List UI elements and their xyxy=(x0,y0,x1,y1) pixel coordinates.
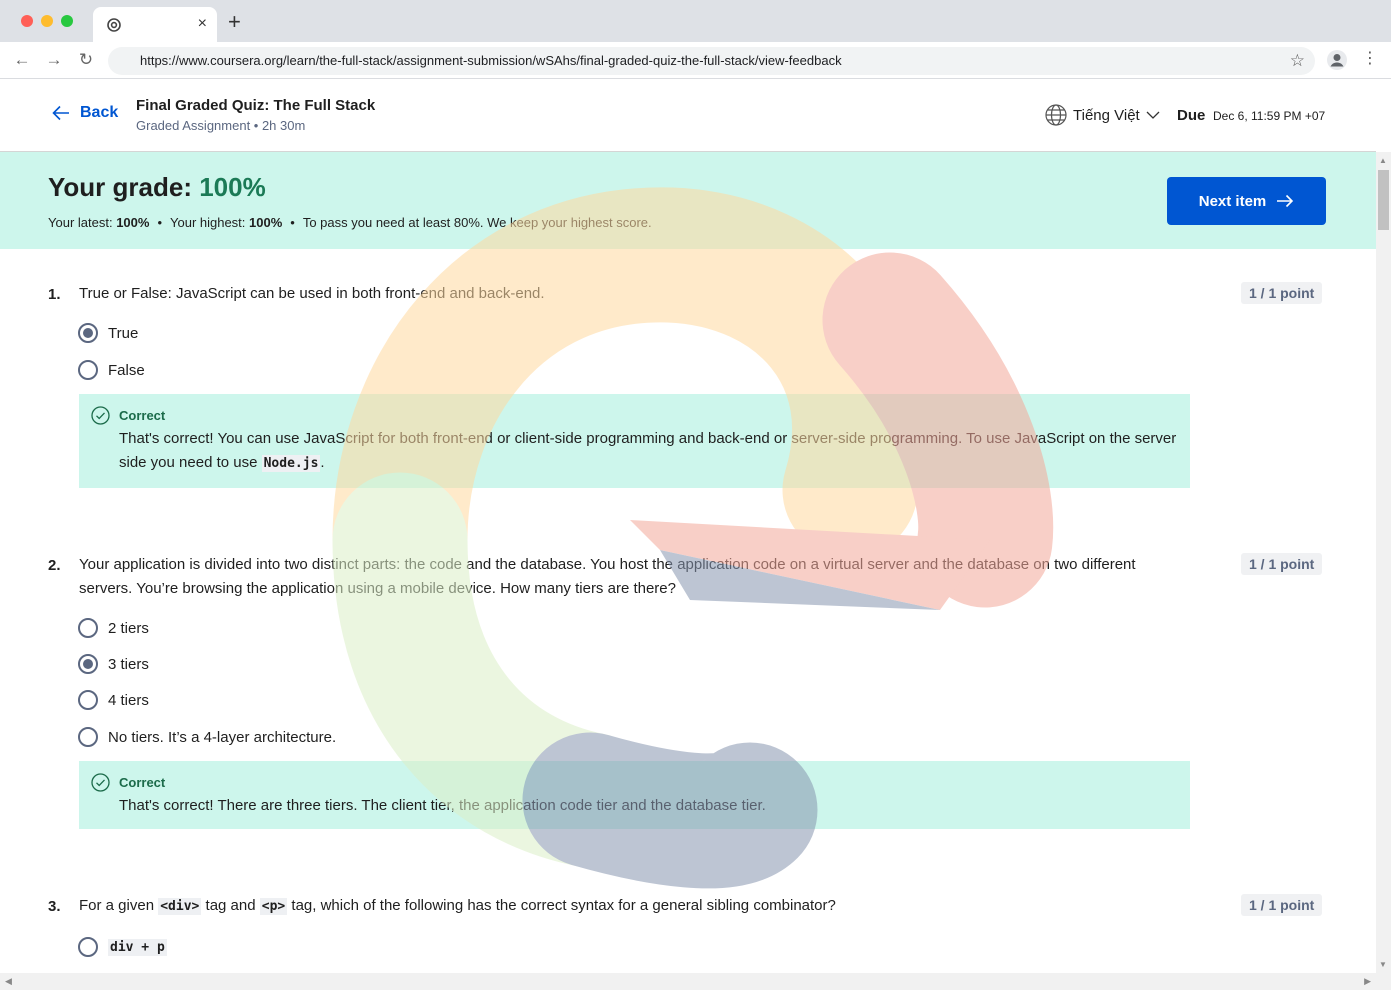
chevron-down-icon xyxy=(1146,111,1160,119)
highest-value: 100% xyxy=(249,215,283,230)
grade-label: Your grade: xyxy=(48,172,200,202)
feedback-text: That's correct! There are three tiers. T… xyxy=(119,797,766,814)
option-label: True xyxy=(108,324,139,342)
grade-banner: Your grade: 100% Your latest: 100% • Your … xyxy=(0,152,1376,249)
question-number: 3. xyxy=(48,898,61,915)
next-item-button[interactable]: Next item xyxy=(1167,177,1326,225)
scroll-up-icon[interactable]: ▲ xyxy=(1379,156,1387,165)
back-label: Back xyxy=(80,104,119,121)
browser-tab[interactable]: × xyxy=(93,7,217,42)
assignment-header: Back Final Graded Quiz: The Full Stack G… xyxy=(0,79,1376,152)
radio-unselected[interactable] xyxy=(78,690,98,710)
answer-option[interactable]: 2 tiers xyxy=(78,618,149,638)
radio-unselected[interactable] xyxy=(78,618,98,638)
grade-value: 100% xyxy=(199,172,266,202)
highest-label: Your highest: xyxy=(170,215,250,230)
close-window-button[interactable] xyxy=(21,15,33,27)
question-text-part: tag, which of the following has the corr… xyxy=(287,897,836,914)
points-badge: 1 / 1 point xyxy=(1241,282,1323,304)
code-snippet: <div> xyxy=(158,898,202,915)
points-badge: 1 / 1 point xyxy=(1241,894,1323,916)
language-label: Tiếng Việt xyxy=(1073,106,1140,124)
option-label: 4 tiers xyxy=(108,691,149,709)
pass-note: To pass you need at least 80%. We keep y… xyxy=(302,215,652,230)
question-number: 2. xyxy=(48,557,61,574)
back-button[interactable]: Back xyxy=(52,104,118,122)
arrow-left-icon xyxy=(52,105,69,121)
question-text: For a given <div> tag and <p> tag, which… xyxy=(79,894,1209,919)
answer-option[interactable]: No tiers. It’s a 4-layer architecture. xyxy=(78,727,336,747)
language-selector[interactable]: Tiếng Việt xyxy=(1045,104,1166,126)
assignment-subtitle: Graded Assignment • 2h 30m xyxy=(136,118,306,133)
due-date: Dec 6, 11:59 PM +07 xyxy=(1213,109,1326,123)
horizontal-scrollbar[interactable]: ◀ ▶ xyxy=(0,973,1391,990)
radio-selected[interactable] xyxy=(78,323,98,343)
scroll-thumb[interactable] xyxy=(1378,170,1389,230)
feedback-correct: Correct That's correct! You can use Java… xyxy=(79,394,1190,488)
browser-tab-bar: × + xyxy=(0,0,1391,42)
option-label: No tiers. It’s a 4-layer architecture. xyxy=(108,728,337,746)
check-circle-icon xyxy=(91,406,110,425)
question-text: True or False: JavaScript can be used in… xyxy=(79,285,545,302)
option-code-label: div + p xyxy=(108,938,167,956)
answer-option[interactable]: 3 tiers xyxy=(78,654,149,674)
radio-unselected[interactable] xyxy=(78,937,98,957)
feedback-correct: Correct That's correct! There are three … xyxy=(79,761,1190,829)
answer-option[interactable]: 4 tiers xyxy=(78,690,149,710)
radio-unselected[interactable] xyxy=(78,727,98,747)
back-arrow-icon[interactable]: ← xyxy=(12,50,32,70)
grade-summary: Your latest: 100% • Your highest: 100% • To … xyxy=(48,215,652,230)
scroll-left-icon[interactable]: ◀ xyxy=(5,976,12,987)
next-item-label: Next item xyxy=(1198,192,1267,210)
globe-icon xyxy=(1045,104,1067,126)
feedback-text: That's correct! You can use JavaScript f… xyxy=(119,427,1179,476)
question-text-part: tag and xyxy=(201,897,260,914)
question-number: 1. xyxy=(48,286,61,303)
browser-toolbar: ← → ↻ https://www.coursera.org/learn/the… xyxy=(0,42,1391,79)
new-tab-button[interactable]: + xyxy=(228,11,241,33)
minimize-window-button[interactable] xyxy=(41,15,53,27)
latest-label: Your latest: xyxy=(48,215,117,230)
address-bar[interactable]: https://www.coursera.org/learn/the-full-… xyxy=(108,47,1315,75)
profile-icon[interactable] xyxy=(1327,50,1347,70)
points-badge: 1 / 1 point xyxy=(1241,553,1323,575)
arrow-right-icon xyxy=(1277,194,1294,208)
scroll-down-icon[interactable]: ▼ xyxy=(1379,960,1387,969)
radio-selected[interactable] xyxy=(78,654,98,674)
forward-arrow-icon[interactable]: → xyxy=(44,50,64,70)
scroll-right-icon[interactable]: ▶ xyxy=(1364,976,1371,987)
radio-unselected[interactable] xyxy=(78,360,98,380)
answer-option[interactable]: div + p xyxy=(78,937,167,957)
feedback-label: Correct xyxy=(119,775,166,790)
chrome-icon xyxy=(107,18,121,32)
question-text-part: For a given xyxy=(79,897,159,914)
assignment-title: Final Graded Quiz: The Full Stack xyxy=(136,97,376,114)
reload-icon[interactable]: ↻ xyxy=(76,50,96,70)
feedback-header: Correct xyxy=(91,406,165,425)
answer-option[interactable]: False xyxy=(78,360,145,380)
vertical-scrollbar[interactable]: ▲ ▼ xyxy=(1376,152,1391,973)
maximize-window-button[interactable] xyxy=(61,15,73,27)
check-circle-icon xyxy=(91,773,110,792)
feedback-label: Correct xyxy=(119,408,166,423)
question-text: Your application is divided into two dis… xyxy=(79,556,1136,597)
latest-value: 100% xyxy=(116,215,150,230)
grade-heading: Your grade: 100% xyxy=(48,172,266,203)
feedback-header: Correct xyxy=(91,773,165,792)
tab-close-icon[interactable]: × xyxy=(198,15,207,33)
answer-option[interactable]: True xyxy=(78,323,138,343)
code-snippet: <p> xyxy=(259,898,288,915)
option-label: 2 tiers xyxy=(108,619,149,637)
feedback-text-part: . xyxy=(320,454,325,471)
due-label: Due xyxy=(1177,107,1206,124)
option-label: 3 tiers xyxy=(108,655,149,673)
url-text[interactable]: https://www.coursera.org/learn/the-full-… xyxy=(140,53,842,68)
bookmark-star-icon[interactable]: ☆ xyxy=(1290,51,1305,71)
option-label: False xyxy=(108,361,145,379)
code-snippet: Node.js xyxy=(261,455,321,472)
browser-menu-icon[interactable]: ⋮ xyxy=(1362,49,1378,71)
